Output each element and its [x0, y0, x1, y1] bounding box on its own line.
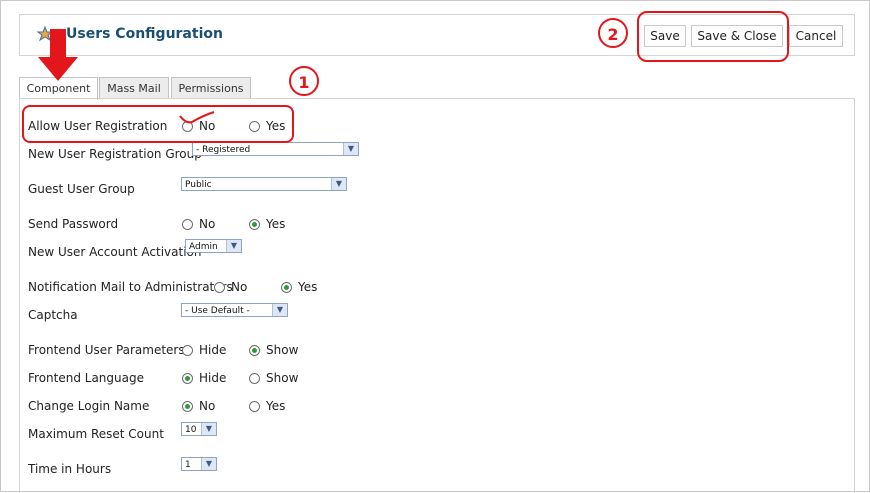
- chevron-down-icon: ▼: [201, 423, 216, 435]
- radio-checked-icon: [182, 373, 193, 384]
- arrow-down-icon: [38, 29, 78, 81]
- checkmark-icon: [179, 111, 215, 124]
- page-title: Users Configuration: [66, 26, 223, 42]
- frontend-language-show[interactable]: Show: [249, 371, 298, 385]
- chevron-down-icon: ▼: [331, 178, 346, 190]
- radio-icon: [249, 373, 260, 384]
- guest-group-select[interactable]: Public ▼: [181, 177, 347, 191]
- send-password-label: Send Password: [28, 217, 119, 231]
- change-login-label: Change Login Name: [28, 399, 150, 413]
- new-user-group-label: New User Registration Group: [28, 147, 202, 161]
- frontend-params-label: Frontend User Parameters: [28, 343, 185, 357]
- radio-checked-icon: [249, 345, 260, 356]
- radio-icon: [214, 282, 225, 293]
- highlight-save-buttons: [637, 11, 789, 62]
- frontend-language-hide[interactable]: Hide: [182, 371, 226, 385]
- radio-icon: [182, 345, 193, 356]
- radio-checked-icon: [281, 282, 292, 293]
- change-login-yes[interactable]: Yes: [249, 399, 285, 413]
- time-hours-label: Time in Hours: [28, 462, 112, 476]
- notify-admins-yes[interactable]: Yes: [281, 280, 317, 294]
- max-reset-select[interactable]: 10 ▼: [181, 422, 217, 436]
- tab-mass-mail[interactable]: Mass Mail: [99, 77, 169, 99]
- notify-admins-label: Notification Mail to Administrators: [28, 280, 233, 294]
- captcha-select[interactable]: - Use Default - ▼: [181, 303, 288, 317]
- tab-permissions[interactable]: Permissions: [171, 77, 251, 99]
- chevron-down-icon: ▼: [272, 304, 287, 316]
- chevron-down-icon: ▼: [343, 143, 358, 155]
- send-password-no[interactable]: No: [182, 217, 215, 231]
- chevron-down-icon: ▼: [201, 458, 216, 470]
- notify-admins-no[interactable]: No: [214, 280, 247, 294]
- time-hours-select[interactable]: 1 ▼: [181, 457, 217, 471]
- radio-icon: [182, 219, 193, 230]
- frontend-params-show[interactable]: Show: [249, 343, 298, 357]
- max-reset-label: Maximum Reset Count: [28, 427, 164, 441]
- new-user-group-select[interactable]: - Registered ▼: [192, 142, 359, 156]
- frontend-language-label: Frontend Language: [28, 371, 144, 385]
- captcha-label: Captcha: [28, 308, 78, 322]
- cancel-button[interactable]: Cancel: [789, 25, 843, 47]
- account-activation-label: New User Account Activation: [28, 245, 202, 259]
- highlight-allow-registration: [22, 105, 294, 143]
- chevron-down-icon: ▼: [226, 240, 241, 252]
- guest-group-label: Guest User Group: [28, 182, 135, 196]
- radio-icon: [249, 401, 260, 412]
- account-activation-select[interactable]: Admin ▼: [185, 239, 242, 253]
- radio-checked-icon: [249, 219, 260, 230]
- marker-two: 2: [598, 18, 628, 48]
- change-login-no[interactable]: No: [182, 399, 215, 413]
- frontend-params-hide[interactable]: Hide: [182, 343, 226, 357]
- radio-checked-icon: [182, 401, 193, 412]
- send-password-yes[interactable]: Yes: [249, 217, 285, 231]
- marker-one: 1: [289, 66, 319, 96]
